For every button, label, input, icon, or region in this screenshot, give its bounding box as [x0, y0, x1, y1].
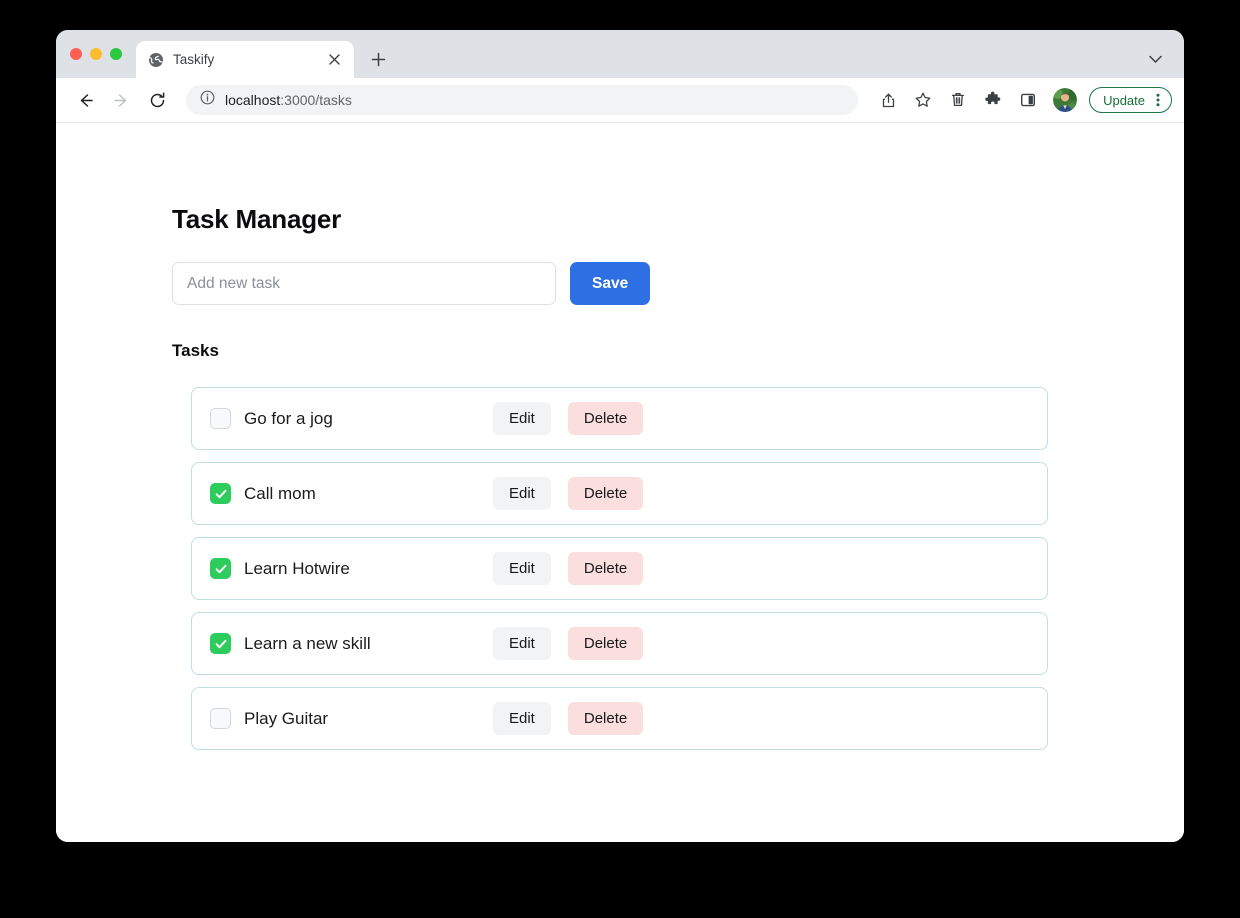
delete-button[interactable]: Delete — [568, 627, 643, 660]
info-circle-icon[interactable] — [200, 90, 215, 110]
task-actions: Edit Delete — [493, 627, 643, 660]
task-checkbox[interactable] — [210, 408, 231, 429]
edit-button[interactable]: Edit — [493, 702, 551, 735]
browser-window: Taskify — [56, 30, 1184, 842]
history-trash-icon[interactable] — [943, 85, 973, 115]
task-checkbox[interactable] — [210, 708, 231, 729]
edit-button[interactable]: Edit — [493, 627, 551, 660]
update-label: Update — [1103, 93, 1145, 108]
task-label: Learn Hotwire — [244, 559, 493, 579]
delete-button[interactable]: Delete — [568, 477, 643, 510]
check-icon — [214, 487, 228, 501]
save-button[interactable]: Save — [570, 262, 650, 305]
minimize-window-button[interactable] — [90, 48, 102, 60]
task-row: Go for a jogEdit Delete — [191, 387, 1048, 450]
url-host: localhost — [225, 92, 280, 108]
task-label: Play Guitar — [244, 709, 493, 729]
task-actions: Edit Delete — [493, 402, 643, 435]
task-actions: Edit Delete — [493, 552, 643, 585]
update-button[interactable]: Update — [1089, 87, 1172, 113]
bookmark-star-icon[interactable] — [908, 85, 938, 115]
extensions-puzzle-icon[interactable] — [978, 85, 1008, 115]
avatar[interactable] — [1053, 88, 1077, 112]
page-viewport: Task Manager Save Tasks Go for a jogEdit… — [56, 123, 1184, 842]
task-actions: Edit Delete — [493, 702, 643, 735]
task-label: Go for a jog — [244, 409, 493, 429]
delete-button[interactable]: Delete — [568, 402, 643, 435]
task-row: Learn a new skillEdit Delete — [191, 612, 1048, 675]
forward-button[interactable] — [106, 85, 136, 115]
check-icon — [214, 637, 228, 651]
check-icon — [214, 562, 228, 576]
browser-tab-taskify[interactable]: Taskify — [136, 41, 354, 78]
reload-button[interactable] — [142, 85, 172, 115]
url-path: :3000/tasks — [280, 92, 352, 108]
address-bar[interactable]: localhost:3000/tasks — [186, 85, 858, 115]
task-actions: Edit Delete — [493, 477, 643, 510]
side-panel-icon[interactable] — [1013, 85, 1043, 115]
task-row: Play GuitarEdit Delete — [191, 687, 1048, 750]
task-row: Call momEdit Delete — [191, 462, 1048, 525]
close-tab-button[interactable] — [324, 50, 344, 70]
maximize-window-button[interactable] — [110, 48, 122, 60]
task-checkbox[interactable] — [210, 558, 231, 579]
edit-button[interactable]: Edit — [493, 402, 551, 435]
page-title: Task Manager — [172, 204, 1184, 235]
task-label: Learn a new skill — [244, 634, 493, 654]
close-window-button[interactable] — [70, 48, 82, 60]
tab-strip: Taskify — [56, 30, 1184, 78]
delete-button[interactable]: Delete — [568, 702, 643, 735]
back-button[interactable] — [70, 85, 100, 115]
window-controls — [70, 30, 136, 78]
task-row: Learn HotwireEdit Delete — [191, 537, 1048, 600]
tab-title: Taskify — [173, 52, 315, 67]
share-icon[interactable] — [873, 85, 903, 115]
new-task-input[interactable] — [172, 262, 556, 305]
delete-button[interactable]: Delete — [568, 552, 643, 585]
globe-icon — [148, 52, 164, 68]
edit-button[interactable]: Edit — [493, 477, 551, 510]
url-text: localhost:3000/tasks — [225, 92, 352, 108]
task-list: Go for a jogEditDeleteCall momEditDelete… — [191, 387, 1048, 750]
tasks-heading: Tasks — [172, 341, 1184, 361]
browser-toolbar: localhost:3000/tasks — [56, 78, 1184, 123]
more-options-icon[interactable] — [1149, 90, 1167, 110]
new-tab-button[interactable] — [364, 45, 392, 73]
chevron-down-icon[interactable] — [1144, 48, 1166, 70]
new-task-form: Save — [172, 262, 1184, 305]
task-label: Call mom — [244, 484, 493, 504]
task-checkbox[interactable] — [210, 633, 231, 654]
task-checkbox[interactable] — [210, 483, 231, 504]
edit-button[interactable]: Edit — [493, 552, 551, 585]
